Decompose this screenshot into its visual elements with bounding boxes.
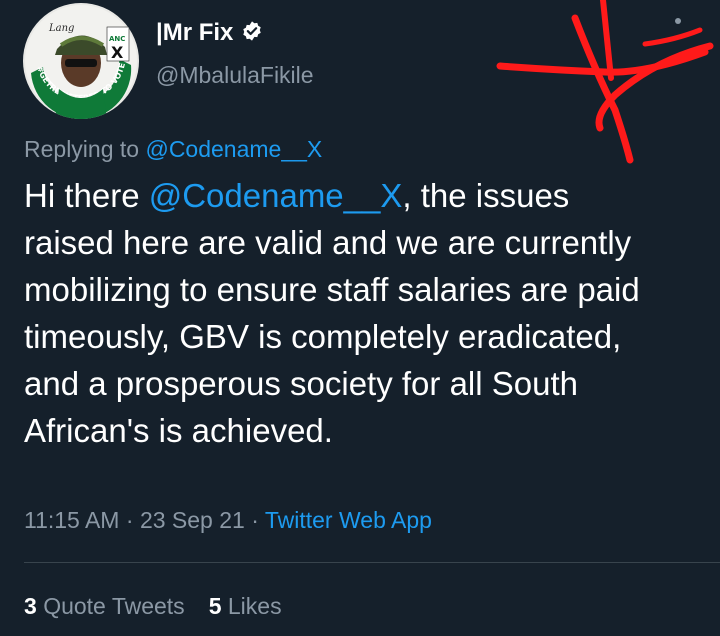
meta-separator: · [125, 507, 134, 533]
svg-text:X: X [111, 43, 124, 62]
tweet-meta: 11:15 AM · 23 Sep 21 · Twitter Web App [24, 507, 432, 534]
display-name[interactable]: |Mr Fix [156, 19, 233, 47]
replying-to-mention-link[interactable]: @Codename__X [145, 136, 322, 162]
tweet-text-body: , the issues raised here are valid and w… [24, 177, 640, 449]
avatar[interactable]: #GETREGISTERED TO VOTE ANC Lang ANC X [23, 3, 139, 119]
meta-separator-2: · [251, 507, 259, 533]
tweet-text-intro: Hi there [24, 177, 149, 214]
tweet-source-link[interactable]: Twitter Web App [265, 507, 432, 533]
divider [24, 562, 720, 563]
quote-tweets-label: Quote Tweets [43, 593, 185, 619]
likes-count: 5 [208, 593, 222, 619]
tweet-mention-link[interactable]: @Codename__X [149, 177, 403, 214]
author-handle[interactable]: @MbalulaFikile [156, 62, 314, 89]
replying-to: Replying to @Codename__X [24, 136, 322, 163]
quote-tweets-count: 3 [24, 593, 37, 619]
likes-label: Likes [227, 593, 282, 619]
author-name-row[interactable]: |Mr Fix [156, 19, 263, 47]
likes-stat[interactable]: 5 Likes [209, 593, 282, 620]
tweet-time[interactable]: 11:15 AM [24, 507, 119, 533]
avatar-sticker-text: ANC [109, 35, 125, 43]
red-scribble-annotation [496, 0, 714, 164]
tweet-text: Hi there @Codename__X, the issues raised… [24, 172, 664, 454]
more-options-icon[interactable] [675, 18, 681, 24]
verified-badge-icon [241, 20, 263, 47]
replying-to-label: Replying to [24, 136, 140, 162]
avatar-cap-text: Lang [48, 23, 74, 34]
quote-tweets-stat[interactable]: 3 Quote Tweets [24, 593, 185, 620]
tweet-date[interactable]: 23 Sep 21 [140, 507, 245, 533]
engagement-stats: 3 Quote Tweets 5 Likes [24, 593, 282, 620]
